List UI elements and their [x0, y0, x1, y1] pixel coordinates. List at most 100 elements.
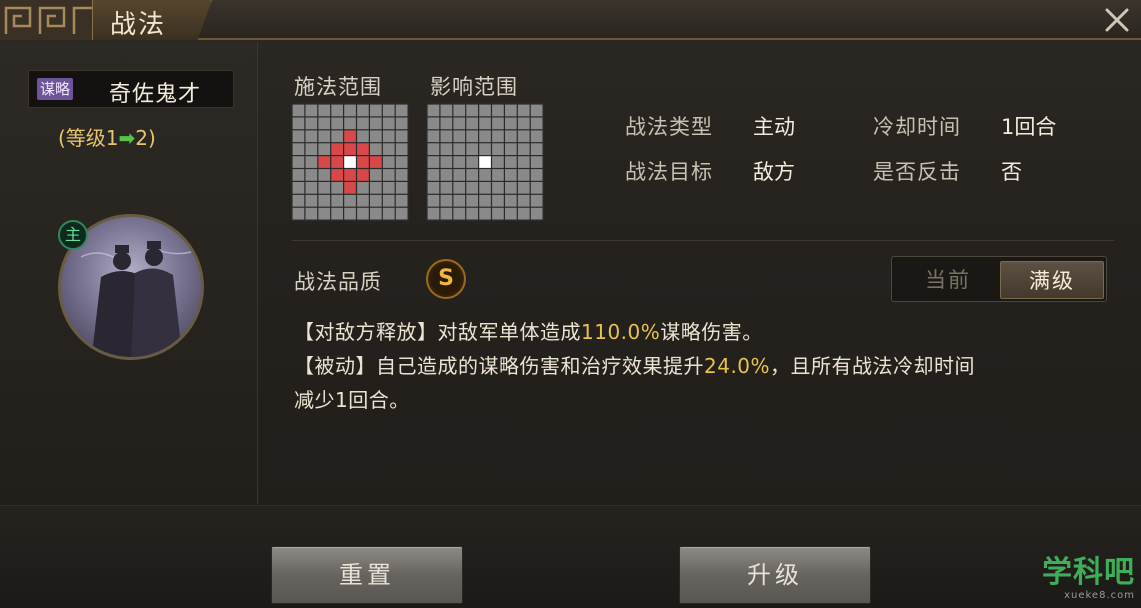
cast-grid-cell — [318, 194, 331, 207]
effect-grid-cell — [492, 143, 504, 155]
watermark-url: xueke8.com — [1064, 590, 1135, 601]
effect-grid-cell — [517, 207, 530, 220]
effect-grid-cell — [453, 130, 466, 143]
effect-grid-cell — [440, 117, 453, 130]
section-divider — [292, 240, 1114, 241]
effect-grid-cell — [505, 182, 517, 194]
cast-grid-cell — [344, 194, 356, 207]
description-line-continued: 减少1回合。 — [294, 388, 410, 412]
skill-target-value: 敌方 — [753, 160, 795, 184]
cast-grid-cell — [382, 169, 395, 181]
cast-grid-cell — [318, 117, 331, 130]
effect-grid-cell — [530, 104, 543, 117]
meander-ornament-icon — [0, 0, 100, 40]
cast-grid-cell — [331, 130, 343, 143]
cast-grid-cell — [331, 207, 343, 220]
cast-range-grid-svg — [292, 104, 408, 220]
effect-grid-cell — [453, 104, 466, 117]
effect-grid-cell — [492, 207, 504, 220]
cast-grid-cell — [370, 182, 382, 194]
cast-grid-cell — [331, 104, 343, 117]
effect-grid-cell — [479, 194, 491, 207]
desc-text: ，且所有战法冷却时间 — [770, 354, 976, 378]
effect-grid-cell — [505, 169, 517, 181]
effect-grid-cell — [453, 182, 466, 194]
effect-grid-cell — [530, 117, 543, 130]
counter-attack-value: 否 — [1001, 160, 1022, 184]
toggle-current-level[interactable]: 当前 — [896, 261, 1000, 299]
cast-grid-range-cell — [331, 143, 343, 155]
desc-text: 谋略伤害。 — [660, 320, 763, 344]
effect-grid-cell — [505, 194, 517, 207]
cast-grid-range-cell — [344, 143, 356, 155]
effect-grid-cell — [466, 143, 478, 155]
cast-grid-cell — [292, 194, 305, 207]
cast-grid-self-cell — [344, 156, 356, 168]
effect-grid-cell — [530, 143, 543, 155]
cast-grid-range-cell — [344, 169, 356, 181]
cast-grid-cell — [395, 156, 408, 168]
desc-highlight: 110.0% — [581, 320, 661, 344]
effect-grid-cell — [453, 207, 466, 220]
cast-grid-cell — [331, 117, 343, 130]
effect-grid-cell — [479, 169, 491, 181]
effect-grid-cell — [466, 207, 478, 220]
cast-grid-cell — [370, 194, 382, 207]
effect-grid-cell — [466, 104, 478, 117]
effect-grid-cell — [505, 207, 517, 220]
cast-grid-cell — [395, 143, 408, 155]
effect-grid-cell — [427, 143, 440, 155]
effect-grid-cell — [530, 207, 543, 220]
skill-name: 奇佐鬼才 — [109, 82, 202, 107]
quality-grade-badge: S — [426, 259, 466, 299]
level-to: 2) — [135, 126, 156, 150]
effect-grid-cell — [453, 117, 466, 130]
cast-grid-cell — [395, 169, 408, 181]
level-from: (等级1 — [58, 126, 119, 150]
cast-grid-range-cell — [370, 156, 382, 168]
skill-name-box: 谋略 奇佐鬼才 — [28, 70, 234, 108]
site-watermark: 学科吧 xueke8.com — [1035, 556, 1135, 602]
toggle-max-level[interactable]: 满级 — [1000, 261, 1104, 299]
quality-label: 战法品质 — [294, 270, 382, 294]
skill-type-value: 主动 — [753, 115, 795, 139]
cast-grid-cell — [331, 194, 343, 207]
effect-grid-cell — [479, 117, 491, 130]
effect-grid-cell — [427, 104, 440, 117]
cast-grid-cell — [305, 130, 318, 143]
effect-grid-cell — [440, 104, 453, 117]
upgrade-button[interactable]: 升级 — [679, 546, 871, 604]
effect-grid-cell — [530, 169, 543, 181]
effect-grid-cell — [440, 169, 453, 181]
cast-grid-cell — [318, 207, 331, 220]
effect-grid-cell — [517, 143, 530, 155]
effect-grid-cell — [427, 194, 440, 207]
effect-grid-cell — [440, 207, 453, 220]
cast-grid-range-cell — [344, 182, 356, 194]
effect-grid-cell — [453, 194, 466, 207]
cast-grid-cell — [395, 117, 408, 130]
cast-grid-cell — [370, 130, 382, 143]
effect-grid-cell — [505, 143, 517, 155]
cast-grid-cell — [305, 104, 318, 117]
effect-grid-cell — [479, 104, 491, 117]
cast-grid-cell — [344, 104, 356, 117]
cast-grid-cell — [395, 104, 408, 117]
cast-grid-cell — [331, 182, 343, 194]
effect-grid-cell — [517, 194, 530, 207]
effect-grid-cell — [479, 143, 491, 155]
cast-grid-cell — [382, 104, 395, 117]
close-icon[interactable] — [1101, 4, 1133, 36]
effect-range-label: 影响范围 — [430, 75, 518, 99]
cast-grid-cell — [370, 207, 382, 220]
effect-grid-cell — [479, 130, 491, 143]
effect-grid-cell — [440, 143, 453, 155]
effect-grid-cell — [517, 182, 530, 194]
skill-type-label: 战法类型 — [625, 115, 713, 139]
reset-button[interactable]: 重置 — [271, 546, 463, 604]
skill-portrait-wrap: 主 — [58, 214, 204, 360]
effect-grid-cell — [492, 117, 504, 130]
effect-grid-cell — [505, 104, 517, 117]
effect-grid-cell — [466, 194, 478, 207]
title-bar: 战法 — [0, 0, 1141, 40]
